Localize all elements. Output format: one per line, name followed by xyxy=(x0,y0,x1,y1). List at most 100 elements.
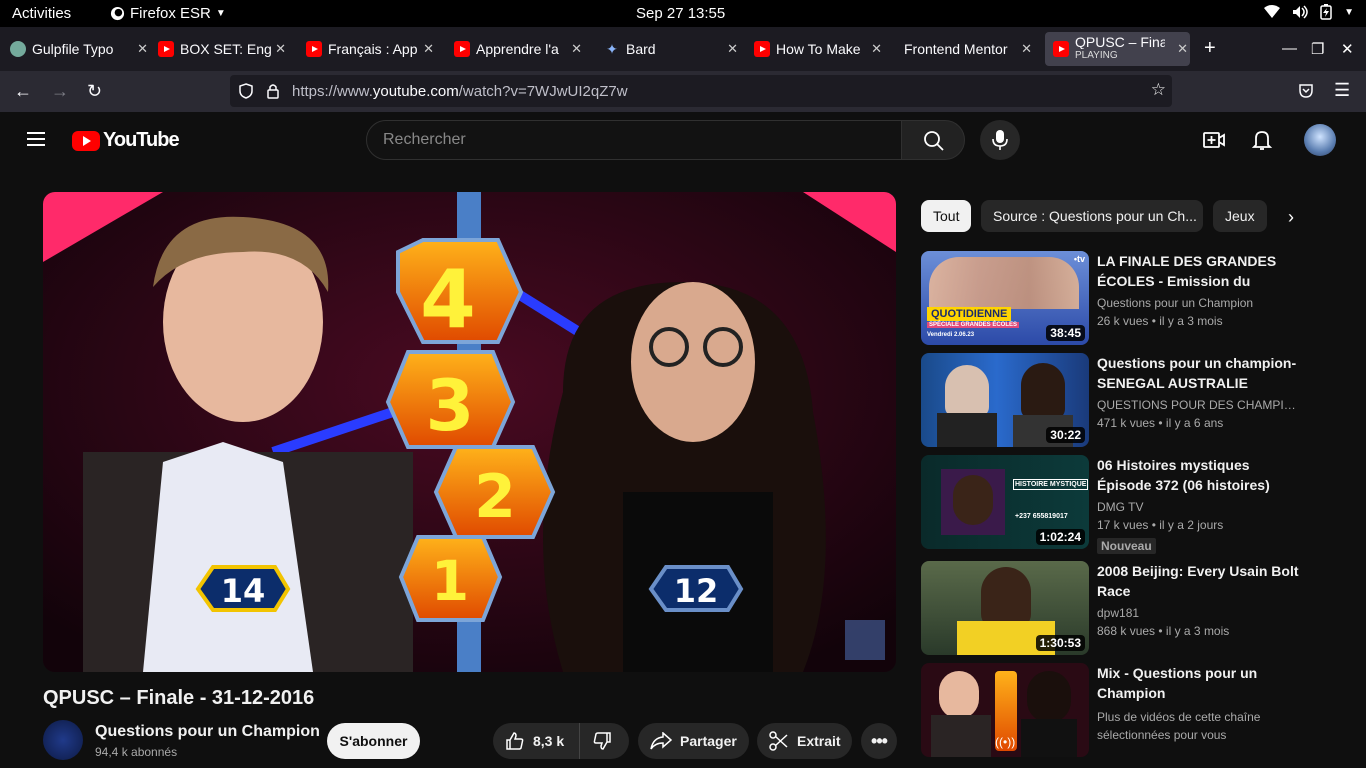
pocket-icon[interactable] xyxy=(1298,83,1314,99)
youtube-icon xyxy=(158,41,174,57)
channel-name[interactable]: Questions pour un Champion xyxy=(1097,296,1302,310)
channel-name[interactable]: dpw181 xyxy=(1097,606,1302,620)
url-path: /watch?v=7WJwUI2qZ7w xyxy=(458,82,628,100)
channel-name[interactable]: QUESTIONS POUR DES CHAMPION… xyxy=(1097,398,1302,412)
tab-title: How To Make xyxy=(776,41,861,57)
youtube-icon xyxy=(754,41,770,57)
reload-icon[interactable]: ↻ xyxy=(87,81,102,102)
new-tab-icon[interactable]: + xyxy=(1204,37,1216,60)
youtube-header: YouTube xyxy=(0,112,1366,168)
close-icon[interactable]: ✕ xyxy=(137,41,148,57)
video-meta: 868 k vues • il y a 3 mois xyxy=(1097,624,1230,638)
video-title[interactable]: 06 Histoires mystiques Épisode 372 (06 h… xyxy=(1097,455,1302,495)
channel-name[interactable]: Questions pour un Champion xyxy=(95,723,320,741)
video-thumbnail[interactable]: 30:22 xyxy=(921,353,1089,447)
maximize-icon[interactable]: ❐ xyxy=(1311,40,1324,58)
recommendation-item[interactable]: HISTOIRE MYSTIQUE +237 655819017 1:02:24… xyxy=(921,455,1341,554)
subscribe-button[interactable]: S'abonner xyxy=(327,723,420,759)
activities-button[interactable]: Activities xyxy=(12,5,71,22)
close-window-icon[interactable]: ✕ xyxy=(1341,40,1354,58)
bookmark-star-icon[interactable]: ☆ xyxy=(1151,80,1166,100)
app-name: Firefox ESR xyxy=(130,5,211,22)
bard-icon: ✦ xyxy=(606,40,618,57)
tab-how-to-make[interactable]: How To Make ✕ xyxy=(754,32,884,66)
shield-icon[interactable] xyxy=(238,83,254,99)
close-icon[interactable]: ✕ xyxy=(727,41,738,57)
wifi-icon xyxy=(1264,5,1281,18)
youtube-play-icon xyxy=(72,130,100,151)
search-button[interactable] xyxy=(901,120,965,160)
video-thumbnail[interactable]: ((•)) xyxy=(921,663,1089,757)
live-radio-icon: ((•)) xyxy=(995,735,1016,749)
tab-qpusc-active[interactable]: QPUSC – Fina PLAYING ✕ xyxy=(1045,32,1190,66)
chip-games[interactable]: Jeux xyxy=(1213,200,1267,232)
thumbnail-subtitle: SPÉCIALE GRANDES ÉCOLES xyxy=(927,322,1020,328)
minimize-icon[interactable]: — xyxy=(1282,40,1297,57)
tab-gulpfile[interactable]: Gulpfile Typo ✕ xyxy=(10,32,150,66)
upload-age: il y a 6 ans xyxy=(1165,416,1224,430)
chevron-right-icon[interactable]: › xyxy=(1288,207,1294,228)
clock[interactable]: Sep 27 13:55 xyxy=(636,5,725,22)
url-bar[interactable]: https://www.youtube.com/watch?v=7WJwUI2q… xyxy=(230,75,1172,107)
hamburger-menu-icon[interactable] xyxy=(27,132,45,146)
tv-logo: •tv xyxy=(1073,254,1085,264)
youtube-wordmark: YouTube xyxy=(103,129,180,151)
create-video-icon[interactable] xyxy=(1202,128,1226,152)
like-button[interactable]: 8,3 k xyxy=(493,723,580,759)
account-avatar[interactable] xyxy=(1304,124,1336,156)
system-tray[interactable]: ▼ xyxy=(1264,4,1354,20)
voice-search-button[interactable] xyxy=(980,120,1020,160)
close-icon[interactable]: ✕ xyxy=(275,41,286,57)
video-title[interactable]: Mix - Questions pour un Champion xyxy=(1097,663,1302,703)
lock-icon[interactable] xyxy=(266,83,280,99)
close-icon[interactable]: ✕ xyxy=(871,41,882,57)
share-button[interactable]: Partager xyxy=(638,723,749,759)
close-icon[interactable]: ✕ xyxy=(571,41,582,57)
view-count: 868 k vues xyxy=(1097,624,1156,638)
youtube-icon xyxy=(1053,41,1069,57)
thumbs-down-icon[interactable] xyxy=(592,731,612,751)
chip-all[interactable]: Tout xyxy=(921,200,972,232)
close-icon[interactable]: ✕ xyxy=(423,41,434,57)
video-title[interactable]: LA FINALE DES GRANDES ÉCOLES - Emission … xyxy=(1097,251,1302,291)
more-actions-button[interactable]: ••• xyxy=(861,723,897,759)
recommendation-item[interactable]: ((•)) Mix - Questions pour un Champion P… xyxy=(921,663,1341,757)
tab-box-set[interactable]: BOX SET: Eng ✕ xyxy=(158,32,288,66)
video-title[interactable]: 2008 Beijing: Every Usain Bolt Race xyxy=(1097,561,1302,601)
clip-button[interactable]: Extrait xyxy=(757,723,852,759)
video-thumbnail[interactable]: QUOTIDIENNE SPÉCIALE GRANDES ÉCOLES Vend… xyxy=(921,251,1089,345)
upload-age: il y a 3 mois xyxy=(1159,314,1223,328)
notifications-bell-icon[interactable] xyxy=(1250,128,1274,152)
app-menu[interactable]: Firefox ESR ▼ xyxy=(110,5,226,22)
forward-icon[interactable]: → xyxy=(51,81,69,102)
youtube-logo[interactable]: YouTube xyxy=(72,129,180,152)
video-thumbnail[interactable]: 1:30:53 xyxy=(921,561,1089,655)
video-thumbnail[interactable]: HISTOIRE MYSTIQUE +237 655819017 1:02:24 xyxy=(921,455,1089,549)
tab-title: Gulpfile Typo xyxy=(32,41,114,57)
tab-bard[interactable]: ✦ Bard ✕ xyxy=(604,32,740,66)
tab-francais[interactable]: Français : App ✕ xyxy=(306,32,436,66)
close-icon[interactable]: ✕ xyxy=(1021,41,1032,57)
clip-label: Extrait xyxy=(797,733,841,749)
recommendation-item[interactable]: QUOTIDIENNE SPÉCIALE GRANDES ÉCOLES Vend… xyxy=(921,251,1341,345)
youtube-icon xyxy=(306,41,322,57)
channel-avatar[interactable] xyxy=(43,720,83,760)
channel-name[interactable]: DMG TV xyxy=(1097,500,1302,514)
recommendation-item[interactable]: 1:30:53 2008 Beijing: Every Usain Bolt R… xyxy=(921,561,1341,655)
tab-apprendre[interactable]: Apprendre l'a ✕ xyxy=(454,32,584,66)
search-input[interactable] xyxy=(367,121,901,159)
menu-icon[interactable]: ☰ xyxy=(1334,80,1350,101)
recommendation-item[interactable]: 30:22 Questions pour un champion- SENEGA… xyxy=(921,353,1341,447)
like-dislike-group: 8,3 k xyxy=(493,723,629,759)
chip-source[interactable]: Source : Questions pour un Ch... xyxy=(981,200,1203,232)
close-icon[interactable]: ✕ xyxy=(1177,41,1188,57)
back-icon[interactable]: ← xyxy=(14,81,32,102)
thumbnail-banner: QUOTIDIENNE xyxy=(927,307,1012,321)
share-icon xyxy=(650,732,672,750)
video-player[interactable]: 4 3 2 1 14 12 xyxy=(43,192,896,672)
youtube-icon xyxy=(454,41,470,57)
tab-frontend-mentor[interactable]: Frontend Mentor ✕ xyxy=(904,32,1034,66)
search-box xyxy=(366,120,902,160)
video-title[interactable]: Questions pour un champion- SENEGAL AUST… xyxy=(1097,353,1302,393)
new-badge: Nouveau xyxy=(1097,538,1156,554)
